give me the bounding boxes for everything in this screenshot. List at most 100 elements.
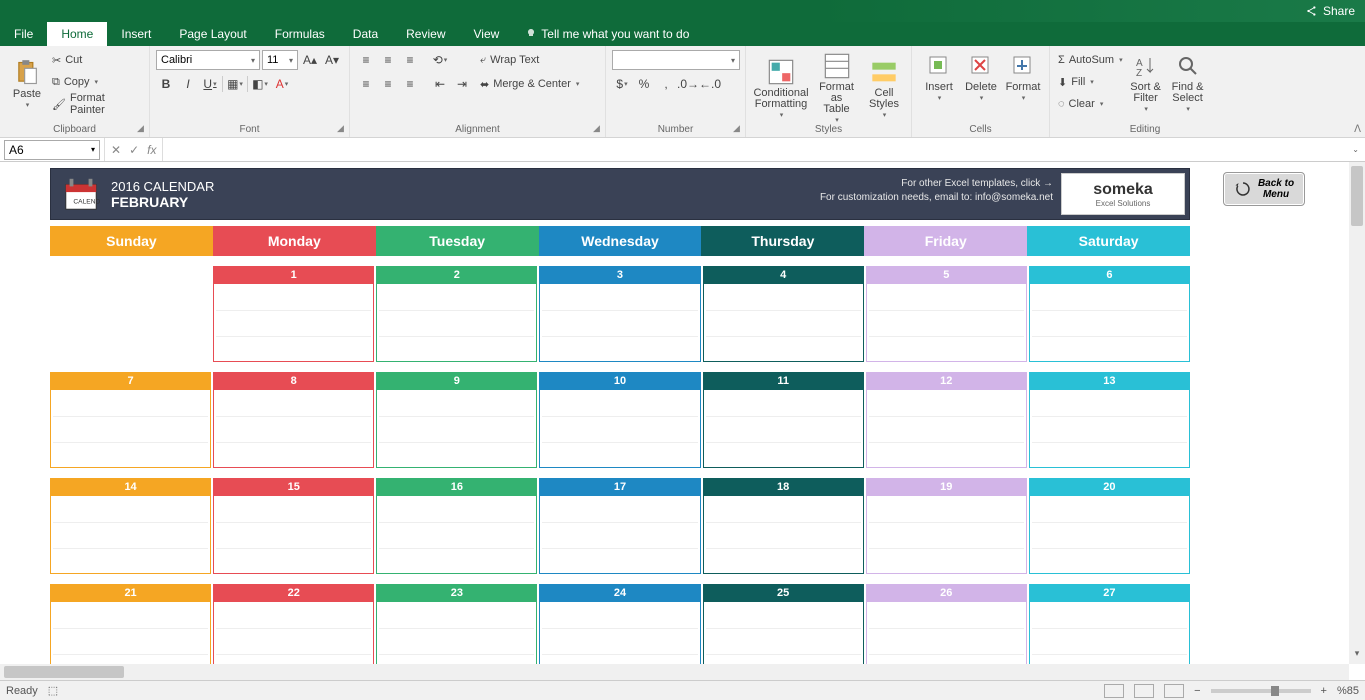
back-to-menu-button[interactable]: Back toMenu bbox=[1223, 172, 1305, 206]
calendar-cell[interactable]: 18 bbox=[703, 478, 864, 574]
enter-formula-icon[interactable]: ✓ bbox=[129, 143, 139, 157]
increase-font-icon[interactable]: A▴ bbox=[300, 50, 320, 70]
sort-filter-button[interactable]: AZSort &Filter▾ bbox=[1125, 48, 1167, 117]
clipboard-dialog-launcher[interactable]: ◢ bbox=[137, 123, 147, 133]
zoom-slider[interactable] bbox=[1211, 689, 1311, 693]
fill-button[interactable]: ⬇Fill▾ bbox=[1056, 72, 1125, 92]
calendar-cell[interactable]: 16 bbox=[376, 478, 537, 574]
day-body[interactable] bbox=[703, 284, 864, 362]
calendar-cell[interactable]: 8 bbox=[213, 372, 374, 468]
calendar-cell[interactable]: 3 bbox=[539, 266, 700, 362]
underline-button[interactable]: U▾ bbox=[200, 74, 220, 94]
find-select-button[interactable]: Find &Select▾ bbox=[1167, 48, 1209, 117]
wrap-text-button[interactable]: ⤶Wrap Text bbox=[478, 50, 581, 70]
day-body[interactable] bbox=[376, 284, 537, 362]
day-body[interactable] bbox=[703, 602, 864, 664]
calendar-cell[interactable]: 5 bbox=[866, 266, 1027, 362]
tab-review[interactable]: Review bbox=[392, 22, 459, 46]
calendar-cell[interactable]: 7 bbox=[50, 372, 211, 468]
calendar-cell[interactable]: 1 bbox=[213, 266, 374, 362]
day-body[interactable] bbox=[866, 390, 1027, 468]
calendar-cell[interactable]: 27 bbox=[1029, 584, 1190, 664]
copy-button[interactable]: ⧉Copy▾ bbox=[50, 72, 143, 92]
calendar-cell[interactable]: 19 bbox=[866, 478, 1027, 574]
horizontal-scrollbar[interactable] bbox=[0, 664, 1349, 680]
zoom-in-button[interactable]: + bbox=[1321, 685, 1327, 697]
alignment-dialog-launcher[interactable]: ◢ bbox=[593, 123, 603, 133]
day-body[interactable] bbox=[866, 284, 1027, 362]
day-body[interactable] bbox=[376, 602, 537, 664]
delete-cells-button[interactable]: Delete▾ bbox=[960, 48, 1002, 106]
increase-indent-icon[interactable]: ⇥ bbox=[452, 74, 472, 94]
day-body[interactable] bbox=[376, 390, 537, 468]
calendar-cell[interactable]: 22 bbox=[213, 584, 374, 664]
zoom-out-button[interactable]: − bbox=[1194, 685, 1200, 697]
day-body[interactable] bbox=[50, 496, 211, 574]
calendar-cell[interactable]: 17 bbox=[539, 478, 700, 574]
calendar-cell[interactable]: 24 bbox=[539, 584, 700, 664]
formula-expand-button[interactable]: ⌄ bbox=[1346, 145, 1365, 154]
tab-view[interactable]: View bbox=[460, 22, 514, 46]
format-painter-button[interactable]: 🖌Format Painter bbox=[50, 94, 143, 114]
tab-formulas[interactable]: Formulas bbox=[261, 22, 339, 46]
bold-button[interactable]: B bbox=[156, 74, 176, 94]
tab-page-layout[interactable]: Page Layout bbox=[165, 22, 260, 46]
calendar-cell[interactable]: 21 bbox=[50, 584, 211, 664]
clear-button[interactable]: ◌Clear▾ bbox=[1056, 94, 1125, 114]
decrease-indent-icon[interactable]: ⇤ bbox=[430, 74, 450, 94]
insert-cells-button[interactable]: Insert▾ bbox=[918, 48, 960, 106]
fill-color-button[interactable]: ◧▾ bbox=[250, 74, 270, 94]
calendar-cell[interactable]: 6 bbox=[1029, 266, 1190, 362]
cancel-formula-icon[interactable]: ✕ bbox=[111, 143, 121, 157]
day-body[interactable] bbox=[50, 390, 211, 468]
vertical-scrollbar[interactable]: ▾ bbox=[1349, 162, 1365, 664]
font-color-button[interactable]: A▾ bbox=[272, 74, 292, 94]
day-body[interactable] bbox=[213, 284, 374, 362]
italic-button[interactable]: I bbox=[178, 74, 198, 94]
tab-data[interactable]: Data bbox=[339, 22, 392, 46]
cut-button[interactable]: ✂Cut bbox=[50, 50, 143, 70]
calendar-cell[interactable]: 26 bbox=[866, 584, 1027, 664]
calendar-cell[interactable]: 11 bbox=[703, 372, 864, 468]
calendar-cell[interactable]: 2 bbox=[376, 266, 537, 362]
day-body[interactable] bbox=[866, 602, 1027, 664]
conditional-formatting-button[interactable]: ConditionalFormatting▾ bbox=[752, 48, 810, 128]
calendar-cell[interactable] bbox=[50, 266, 211, 362]
day-body[interactable] bbox=[539, 284, 700, 362]
number-format-select[interactable]: ▾ bbox=[612, 50, 740, 70]
orientation-button[interactable]: ⟲▾ bbox=[430, 50, 450, 70]
fx-icon[interactable]: fx bbox=[147, 143, 156, 157]
view-page-break-button[interactable] bbox=[1164, 684, 1184, 698]
name-box[interactable]: A6▾ bbox=[4, 140, 100, 160]
day-body[interactable] bbox=[539, 602, 700, 664]
calendar-cell[interactable]: 13 bbox=[1029, 372, 1190, 468]
tell-me[interactable]: Tell me what you want to do bbox=[513, 22, 701, 46]
day-body[interactable] bbox=[539, 496, 700, 574]
formula-input[interactable] bbox=[163, 140, 1346, 160]
font-name-select[interactable]: Calibri▾ bbox=[156, 50, 260, 70]
calendar-cell[interactable]: 25 bbox=[703, 584, 864, 664]
tab-file[interactable]: File bbox=[0, 22, 47, 46]
tab-home[interactable]: Home bbox=[47, 22, 107, 46]
calendar-cell[interactable]: 23 bbox=[376, 584, 537, 664]
zoom-level[interactable]: %85 bbox=[1337, 685, 1359, 697]
calendar-cell[interactable]: 15 bbox=[213, 478, 374, 574]
merge-center-button[interactable]: ⬌Merge & Center▾ bbox=[478, 74, 581, 94]
collapse-ribbon-button[interactable]: ᐱ bbox=[1354, 124, 1361, 135]
calendar-cell[interactable]: 14 bbox=[50, 478, 211, 574]
day-body[interactable] bbox=[539, 390, 700, 468]
align-center-icon[interactable]: ≡ bbox=[378, 74, 398, 94]
day-body[interactable] bbox=[1029, 390, 1190, 468]
view-normal-button[interactable] bbox=[1104, 684, 1124, 698]
calendar-cell[interactable]: 20 bbox=[1029, 478, 1190, 574]
align-middle-icon[interactable]: ≡ bbox=[378, 50, 398, 70]
align-bottom-icon[interactable]: ≡ bbox=[400, 50, 420, 70]
decrease-decimal-button[interactable]: ←.0 bbox=[700, 74, 720, 94]
day-body[interactable] bbox=[213, 390, 374, 468]
percent-format-button[interactable]: % bbox=[634, 74, 654, 94]
increase-decimal-button[interactable]: .0→ bbox=[678, 74, 698, 94]
align-right-icon[interactable]: ≡ bbox=[400, 74, 420, 94]
paste-button[interactable]: Paste▾ bbox=[6, 48, 48, 120]
day-body[interactable] bbox=[50, 602, 211, 664]
number-dialog-launcher[interactable]: ◢ bbox=[733, 123, 743, 133]
